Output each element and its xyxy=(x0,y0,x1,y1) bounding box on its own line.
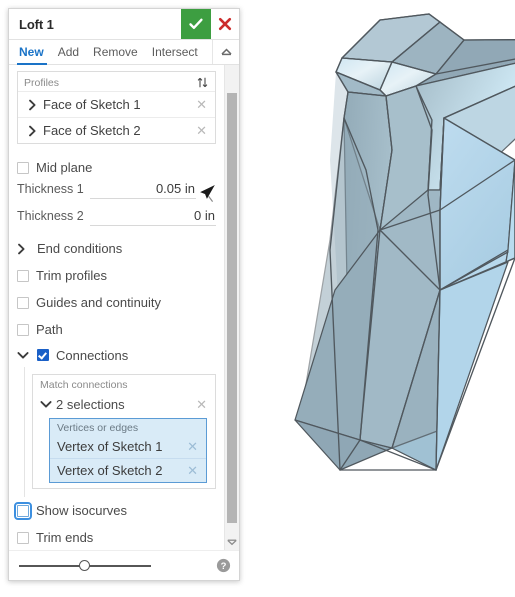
end-conditions-label: End conditions xyxy=(37,241,123,256)
mid-plane-checkbox[interactable] xyxy=(17,161,29,174)
end-conditions-section[interactable]: End conditions xyxy=(17,235,216,262)
close-icon xyxy=(218,17,232,31)
mid-plane-label: Mid plane xyxy=(36,160,93,175)
connections-row[interactable]: Connections xyxy=(17,343,216,367)
connections-checkbox[interactable] xyxy=(37,349,49,361)
show-isocurves-label: Show isocurves xyxy=(36,503,128,518)
chevron-down-icon[interactable] xyxy=(17,351,33,360)
tab-add-label: Add xyxy=(57,45,80,59)
vertex-item-2-label: Vertex of Sketch 2 xyxy=(57,463,163,478)
guides-and-continuity-row[interactable]: Guides and continuity xyxy=(17,289,216,316)
dialog-tabs: New Add Remove Intersect xyxy=(9,40,239,65)
trim-ends-row[interactable]: Trim ends xyxy=(17,524,216,550)
dialog-footer: ? xyxy=(9,550,239,580)
chevron-right-icon xyxy=(26,99,39,111)
connections-content: Match connections 2 selections ✕ Vertice… xyxy=(24,367,216,497)
sort-updown-icon xyxy=(197,77,208,88)
lofted-solid-model xyxy=(294,13,515,471)
profiles-header: Profiles xyxy=(18,72,215,91)
profile-item-1[interactable]: Face of Sketch 1 ✕ xyxy=(18,91,215,117)
dialog-body: Profiles Face of Sketch 1 ✕ Face of Sket… xyxy=(9,65,239,550)
vertex-item-1[interactable]: Vertex of Sketch 1 ✕ xyxy=(50,435,206,458)
selections-row[interactable]: 2 selections ✕ xyxy=(33,393,215,416)
profiles-label: Profiles xyxy=(24,76,60,89)
vertices-or-edges-box: Vertices or edges Vertex of Sketch 1 ✕ V… xyxy=(49,418,207,483)
vertex-item-2[interactable]: Vertex of Sketch 2 ✕ xyxy=(50,458,206,482)
svg-text:?: ? xyxy=(221,561,227,572)
cancel-button[interactable] xyxy=(211,9,239,39)
dialog-title-bar: Loft 1 xyxy=(9,9,239,40)
tab-intersect-label: Intersect xyxy=(151,45,198,59)
profiles-query-box: Profiles Face of Sketch 1 ✕ Face of Sket… xyxy=(17,71,216,144)
model-faces xyxy=(294,13,515,471)
trim-profiles-checkbox[interactable] xyxy=(17,269,29,282)
dialog-scrollbar[interactable] xyxy=(224,65,239,550)
profile-item-1-label: Face of Sketch 1 xyxy=(43,97,141,112)
match-connections-box: Match connections 2 selections ✕ Vertice… xyxy=(32,374,216,489)
model-viewport[interactable] xyxy=(240,0,515,597)
chevron-down-icon[interactable] xyxy=(40,400,54,409)
trim-ends-checkbox[interactable] xyxy=(17,531,29,544)
show-isocurves-row[interactable]: Show isocurves xyxy=(14,497,216,524)
thickness-1-label: Thickness 1 xyxy=(17,182,84,196)
guides-and-continuity-label: Guides and continuity xyxy=(36,295,162,310)
collapse-dialog-button[interactable] xyxy=(212,40,239,64)
profile-item-2[interactable]: Face of Sketch 2 ✕ xyxy=(18,117,215,143)
profile-item-2-remove[interactable]: ✕ xyxy=(194,124,209,137)
tab-new-label: New xyxy=(19,45,44,59)
dialog-scroll-content: Profiles Face of Sketch 1 ✕ Face of Sket… xyxy=(9,65,224,550)
profile-item-2-label: Face of Sketch 2 xyxy=(43,123,141,138)
page-title: Loft 1 xyxy=(19,16,54,32)
slider-knob[interactable] xyxy=(79,559,90,571)
thickness-2-label: Thickness 2 xyxy=(17,209,84,223)
connections-label: Connections xyxy=(56,347,129,363)
question-circle-icon: ? xyxy=(216,558,231,573)
match-connections-label: Match connections xyxy=(40,379,128,391)
reorder-profiles-button[interactable] xyxy=(196,76,209,89)
vertex-item-2-remove[interactable]: ✕ xyxy=(185,464,200,477)
path-row[interactable]: Path xyxy=(17,316,216,343)
caret-down-icon xyxy=(227,539,237,545)
thickness-2-input[interactable]: 0 in xyxy=(89,208,216,226)
profile-item-1-remove[interactable]: ✕ xyxy=(194,98,209,111)
tab-remove-label: Remove xyxy=(93,45,138,59)
trim-profiles-row[interactable]: Trim profiles xyxy=(17,262,216,289)
tab-intersect[interactable]: Intersect xyxy=(145,40,205,64)
thickness-1-row[interactable]: Thickness 1 0.05 in xyxy=(17,181,216,208)
tab-remove[interactable]: Remove xyxy=(86,40,145,64)
tab-new[interactable]: New xyxy=(9,40,51,65)
mouse-cursor-arrow-icon xyxy=(200,185,215,202)
check-icon xyxy=(189,18,203,29)
help-button[interactable]: ? xyxy=(216,558,231,573)
selections-label: 2 selections xyxy=(56,397,125,412)
path-label: Path xyxy=(36,322,63,337)
confirm-button[interactable] xyxy=(181,9,211,39)
tab-add[interactable]: Add xyxy=(51,40,86,64)
scrollbar-thumb[interactable] xyxy=(227,93,237,523)
trim-profiles-label: Trim profiles xyxy=(36,268,108,283)
trim-ends-label: Trim ends xyxy=(36,530,94,545)
mid-plane-row[interactable]: Mid plane xyxy=(17,154,216,181)
guides-and-continuity-checkbox[interactable] xyxy=(17,296,29,309)
vertices-or-edges-label: Vertices or edges xyxy=(57,422,139,434)
path-checkbox[interactable] xyxy=(17,323,29,336)
vertex-item-1-label: Vertex of Sketch 1 xyxy=(57,439,163,454)
scrollbar-down-arrow[interactable] xyxy=(225,534,239,550)
chevron-up-icon xyxy=(220,48,232,56)
show-isocurves-checkbox[interactable] xyxy=(14,501,32,520)
thickness-2-row[interactable]: Thickness 2 0 in xyxy=(17,208,216,235)
loft-dialog: Loft 1 New Add Remove Intersect Profiles… xyxy=(8,8,240,581)
opacity-slider[interactable] xyxy=(19,559,151,573)
thickness-1-input[interactable]: 0.05 in xyxy=(89,181,196,199)
selections-remove[interactable]: ✕ xyxy=(194,398,209,411)
chevron-right-icon xyxy=(17,243,33,255)
chevron-right-icon xyxy=(26,125,39,137)
vertex-item-1-remove[interactable]: ✕ xyxy=(185,440,200,453)
